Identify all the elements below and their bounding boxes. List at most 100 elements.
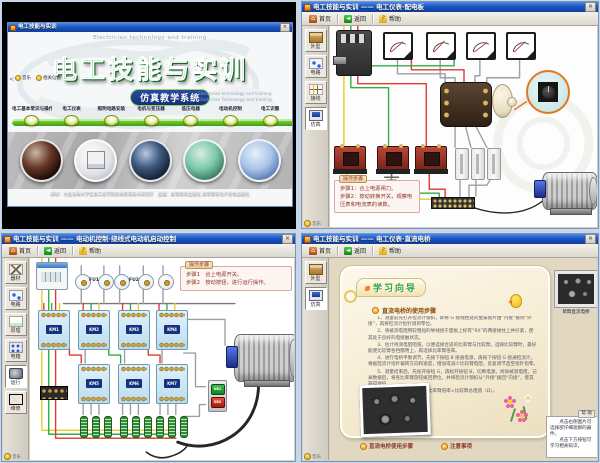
- circuit-breaker[interactable]: [36, 262, 68, 290]
- sidebar-item-simulation[interactable]: 仿真: [305, 287, 327, 310]
- window-title: 电工技能与实训 —— 电工仪表·配电板: [313, 2, 583, 12]
- step-line: 步骤2：按动转换开关，观察电压表和电流表的读数。: [340, 194, 415, 210]
- guide-card: 学习向导 直流电桥的使用步骤 1、测量前先打开检流计锁扣，即将 G 接线柱处的金…: [340, 266, 550, 438]
- wiring-icon: [309, 84, 323, 95]
- terminal-screws: [482, 87, 489, 122]
- home-button[interactable]: ⌂首页: [5, 245, 35, 256]
- sidebar-item-circuit[interactable]: 电路: [5, 287, 27, 310]
- device-thumbnail-image[interactable]: [554, 270, 597, 308]
- terminal-strip: [431, 197, 475, 209]
- panel-motor-control-simulation: 电工技能与实训 —— 电动机控制·绕线式电动机启动控制 × ⌂首页 ◄返回 ?帮…: [1, 233, 296, 462]
- help-button[interactable]: ?帮助: [375, 13, 405, 24]
- fuse-5: [158, 274, 174, 290]
- back-button[interactable]: ◄返回: [340, 13, 370, 24]
- simulation-canvas: FU1 FU2 KM1 KM2 KM3 KM4 KM5 KM6 KM7 SB1 …: [30, 258, 294, 460]
- flower-decoration: [527, 397, 530, 400]
- device-thumbnail[interactable]: 单臂直流电桥: [554, 270, 597, 315]
- sidebar-item-appearance[interactable]: 外型: [305, 29, 327, 52]
- motor: [542, 172, 597, 210]
- sidebar-label: 电箱: [10, 354, 20, 360]
- current-transformer-2: [377, 146, 409, 170]
- contactor: KM3: [118, 310, 150, 350]
- menu-node-button[interactable]: [104, 115, 119, 126]
- link-usage-steps[interactable]: 直流电桥使用步骤: [360, 442, 413, 450]
- monitor-icon: [309, 290, 323, 301]
- close-button[interactable]: ×: [282, 234, 293, 244]
- music-toggle[interactable]: 音乐: [304, 453, 321, 460]
- close-button[interactable]: ×: [585, 2, 596, 12]
- motor: [234, 334, 294, 382]
- switch-knob-zoom[interactable]: [542, 86, 555, 99]
- splash-titlebar[interactable]: 电工技能与实训 ×: [8, 23, 292, 32]
- menu-item-meters[interactable]: 电工仪表: [52, 106, 92, 112]
- bottom-links: 直流电桥使用步骤 注意事项: [360, 442, 472, 450]
- menu-node-button[interactable]: [183, 115, 198, 126]
- help-icon: ?: [379, 247, 387, 255]
- flower-decoration: [508, 400, 512, 404]
- sidebar-item-appearance[interactable]: 外型: [305, 261, 327, 284]
- fuse-4: [138, 274, 154, 290]
- motor-shaft-cap: [534, 180, 546, 198]
- ct-core: [386, 152, 402, 166]
- sidebar-label: 仿真: [310, 302, 320, 308]
- knife-switch[interactable]: [336, 30, 372, 76]
- toolbar-separator: [72, 246, 73, 255]
- menu-item-basics[interactable]: 电工基本常识与操作: [12, 106, 52, 112]
- back-icon: ◄: [44, 247, 52, 255]
- close-button[interactable]: ×: [585, 234, 596, 244]
- fuse-2: [98, 274, 114, 290]
- music-toggle[interactable]: 音乐: [304, 220, 321, 227]
- sidebar-item-wiring[interactable]: 接线: [305, 81, 327, 104]
- link-precautions[interactable]: 注意事项: [441, 442, 472, 450]
- menu-node-button[interactable]: [263, 115, 278, 126]
- help-button[interactable]: ?帮助: [375, 245, 405, 256]
- package-icon: [309, 264, 323, 275]
- contactor: KM7: [156, 364, 188, 404]
- terminal-block: [40, 386, 68, 400]
- back-button[interactable]: ◄返回: [40, 245, 70, 256]
- sidebar-label: 接线: [310, 96, 320, 102]
- window-titlebar[interactable]: 电工技能与实训 —— 电工仪表·直流电桥 ×: [302, 234, 598, 244]
- sidebar-item-equipment[interactable]: 器材: [5, 261, 27, 284]
- home-button[interactable]: ⌂首页: [305, 13, 335, 24]
- main-title: 电工技能与实训: [8, 50, 292, 86]
- menu-item-motors-transformers[interactable]: 电机与变压器: [131, 106, 171, 112]
- start-button[interactable]: SB1: [211, 384, 225, 395]
- menu-node-button[interactable]: [223, 115, 238, 126]
- close-button[interactable]: ×: [280, 23, 290, 32]
- window-titlebar[interactable]: 电工技能与实训 —— 电动机控制·绕线式电动机启动控制 ×: [2, 234, 295, 244]
- step-line: 步骤2 按动按钮，进行运行操作。: [186, 280, 287, 288]
- menu-node-button[interactable]: [144, 115, 159, 126]
- sidebar-item-circuit[interactable]: 电路: [305, 55, 327, 78]
- stop-button[interactable]: SB2: [211, 397, 225, 408]
- operation-steps-box: 操作步骤 步骤1：合上电源闸刀。 步骤2：按动转换开关，观察电压表和电流表的读数…: [334, 180, 420, 213]
- contactor-nameplate: KM3: [126, 325, 142, 334]
- contactor-nameplate: KM2: [86, 325, 102, 334]
- music-icon: [304, 453, 311, 460]
- switch-ceramic-handle[interactable]: [492, 84, 513, 118]
- home-button[interactable]: ⌂首页: [305, 245, 335, 256]
- guide-step: 4、进行电桥平衡调节。先按下按钮 B 接通电源，再按下按钮 G 接通检流计。根据…: [368, 356, 538, 368]
- rotary-changeover-switch[interactable]: [440, 82, 492, 127]
- window-titlebar[interactable]: 电工技能与实训 —— 电工仪表·配电板 ×: [302, 2, 598, 12]
- analog-meter-2: [426, 32, 456, 60]
- sidebar-item-repair[interactable]: 维修: [5, 391, 27, 414]
- motor-icon: [9, 368, 23, 379]
- guide-step: 1、测量前先打开检流计锁扣，即将 G 接线柱处的金属锁片由“内接”拨到“外接”，…: [368, 316, 538, 328]
- menu-item-lowvoltage[interactable]: 低压电器: [171, 106, 211, 112]
- help-button[interactable]: ?帮助: [75, 245, 105, 256]
- menu-item-diagram-reading[interactable]: 电工识图: [250, 106, 290, 112]
- back-button[interactable]: ◄返回: [340, 245, 370, 256]
- menu-item-motor-control[interactable]: 电动机控制: [211, 106, 251, 112]
- menu-node-button[interactable]: [64, 115, 79, 126]
- sidebar-item-principle[interactable]: 原理: [5, 313, 27, 336]
- music-toggle[interactable]: 音乐: [4, 453, 21, 460]
- menu-item-lighting[interactable]: 照明电路安装: [91, 106, 131, 112]
- sidebar-item-panel-box[interactable]: 电箱: [5, 339, 27, 362]
- sidebar-item-simulation[interactable]: 仿真: [305, 107, 327, 130]
- sidebar-item-run[interactable]: 运行: [5, 365, 27, 388]
- contactor: KM4: [156, 310, 188, 350]
- menu-node-button[interactable]: [24, 115, 39, 126]
- fuse-unit-3: [487, 148, 501, 180]
- magnifier-callout: [526, 70, 570, 114]
